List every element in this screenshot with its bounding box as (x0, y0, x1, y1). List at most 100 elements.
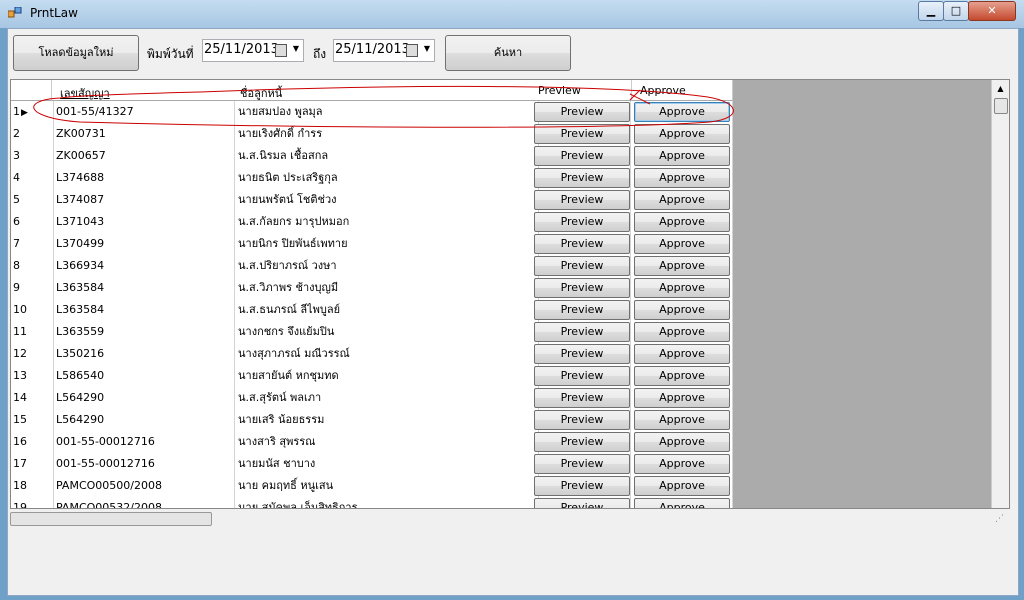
approve-button[interactable]: Approve (634, 102, 730, 122)
table-row[interactable]: 4 L374688 นายธนิต ประเสริฐกุล Preview Approv… (11, 167, 733, 190)
dropdown-arrow-icon[interactable]: ▼ (293, 44, 299, 53)
preview-button[interactable]: Preview (534, 476, 630, 496)
preview-button[interactable]: Preview (534, 454, 630, 474)
table-row[interactable]: 5 L374087 นายนพรัตน์ โชติช่วง Preview Approv… (11, 189, 733, 212)
approve-button[interactable]: Approve (634, 234, 730, 254)
contract-cell[interactable]: L374688 (52, 167, 235, 189)
debtor-name-cell[interactable]: นายเริงศักดิ์ กำรร (234, 123, 539, 145)
table-row[interactable]: 11 L363559 นางกชกร จึงแย้มปิน Preview Approv… (11, 321, 733, 344)
debtor-name-cell[interactable]: น.ส.กัลยกร มารุปหมอก (234, 211, 539, 233)
contract-cell[interactable]: 001-55-00012716 (52, 431, 235, 453)
row-header[interactable]: 13 (11, 365, 54, 387)
table-row[interactable]: 3 ZK00657 น.ส.นิรมล เชื้อสกล Preview Approve (11, 145, 733, 168)
row-header[interactable]: 8 (11, 255, 54, 277)
debtor-name-cell[interactable]: นายมนัส ชาบาง (234, 453, 539, 475)
horizontal-scrollbar[interactable]: ⋰ (10, 510, 1008, 526)
preview-button[interactable]: Preview (534, 234, 630, 254)
search-button[interactable]: ค้นหา (445, 35, 571, 71)
table-row[interactable]: 6 L371043 น.ส.กัลยกร มารุปหมอก Preview Appro… (11, 211, 733, 234)
row-header[interactable]: 12 (11, 343, 54, 365)
row-header[interactable]: 1▶ (11, 101, 54, 123)
column-header-approve[interactable]: Approve (632, 80, 733, 101)
approve-button[interactable]: Approve (634, 300, 730, 320)
contract-cell[interactable]: L363559 (52, 321, 235, 343)
approve-button[interactable]: Approve (634, 454, 730, 474)
approve-button[interactable]: Approve (634, 498, 730, 508)
row-header[interactable]: 14 (11, 387, 54, 409)
preview-button[interactable]: Preview (534, 322, 630, 342)
scroll-thumb[interactable] (10, 512, 212, 526)
table-row[interactable]: 12 L350216 นางสุภาภรณ์ มณีวรรณ์ Preview Appr… (11, 343, 733, 366)
preview-button[interactable]: Preview (534, 344, 630, 364)
debtor-name-cell[interactable]: นายสายันต์ หกชุมทด (234, 365, 539, 387)
debtor-name-cell[interactable]: นางกชกร จึงแย้มปิน (234, 321, 539, 343)
table-row[interactable]: 2 ZK00731 นายเริงศักดิ์ กำรร Preview Approve (11, 123, 733, 146)
table-row[interactable]: 1▶ 001-55/41327 นายสมปอง พูลมุล Preview Appr… (11, 101, 733, 124)
row-header[interactable]: 18 (11, 475, 54, 497)
preview-button[interactable]: Preview (534, 388, 630, 408)
column-header-preview[interactable]: Preview (532, 80, 632, 101)
row-header[interactable]: 17 (11, 453, 54, 475)
approve-button[interactable]: Approve (634, 278, 730, 298)
approve-button[interactable]: Approve (634, 124, 730, 144)
preview-button[interactable]: Preview (534, 190, 630, 210)
maximize-icon[interactable]: □ (943, 1, 969, 21)
row-header[interactable]: 7 (11, 233, 54, 255)
contract-cell[interactable]: 001-55-00012716 (52, 453, 235, 475)
row-header[interactable]: 11 (11, 321, 54, 343)
debtor-name-cell[interactable]: น.ส.วิภาพร ช้างบุญมี (234, 277, 539, 299)
approve-button[interactable]: Approve (634, 256, 730, 276)
debtor-name-cell[interactable]: นาย สมัคพล เอ็มสิทธิการ (234, 497, 539, 508)
row-header[interactable]: 9 (11, 277, 54, 299)
from-date-picker[interactable]: 25/11/2013 ▼ (202, 39, 304, 62)
debtor-name-cell[interactable]: น.ส.สุรัตน์ พลเภา (234, 387, 539, 409)
debtor-name-cell[interactable]: นายนิกร ปิยพันธ์เพทาย (234, 233, 539, 255)
scroll-up-icon[interactable]: ▲ (992, 80, 1009, 97)
column-header-debtor[interactable]: ชื่อลูกหนี้ (234, 80, 533, 101)
contract-cell[interactable]: PAMCO00500/2008 (52, 475, 235, 497)
preview-button[interactable]: Preview (534, 256, 630, 276)
table-row[interactable]: 14 L564290 น.ส.สุรัตน์ พลเภา Preview Approve (11, 387, 733, 410)
preview-button[interactable]: Preview (534, 410, 630, 430)
reload-data-button[interactable]: โหลดข้อมูลใหม่ (13, 35, 139, 71)
approve-button[interactable]: Approve (634, 388, 730, 408)
calendar-icon[interactable] (275, 44, 287, 57)
row-header[interactable]: 6 (11, 211, 54, 233)
calendar-icon[interactable] (406, 44, 418, 57)
contract-cell[interactable]: ZK00657 (52, 145, 235, 167)
contract-cell[interactable]: ZK00731 (52, 123, 235, 145)
close-icon[interactable]: ✕ (968, 1, 1016, 21)
table-row[interactable]: 10 L363584 น.ส.ธนภรณ์ ลีไพบูลย์ Preview Appr… (11, 299, 733, 322)
preview-button[interactable]: Preview (534, 102, 630, 122)
approve-button[interactable]: Approve (634, 168, 730, 188)
preview-button[interactable]: Preview (534, 498, 630, 508)
table-row[interactable]: 13 L586540 นายสายันต์ หกชุมทด Preview Approv… (11, 365, 733, 388)
contract-cell[interactable]: L371043 (52, 211, 235, 233)
table-row[interactable]: 7 L370499 นายนิกร ปิยพันธ์เพทาย Preview Appr… (11, 233, 733, 256)
table-row[interactable]: 16 001-55-00012716 นางสาริ สุพรรณ Preview Ap… (11, 431, 733, 454)
contract-cell[interactable]: L564290 (52, 387, 235, 409)
row-header[interactable]: 15 (11, 409, 54, 431)
row-header[interactable]: 10 (11, 299, 54, 321)
row-header[interactable]: 5 (11, 189, 54, 211)
preview-button[interactable]: Preview (534, 366, 630, 386)
row-header[interactable]: 3 (11, 145, 54, 167)
table-row[interactable]: 9 L363584 น.ส.วิภาพร ช้างบุญมี Preview Appro… (11, 277, 733, 300)
dropdown-arrow-icon[interactable]: ▼ (424, 44, 430, 53)
approve-button[interactable]: Approve (634, 190, 730, 210)
preview-button[interactable]: Preview (534, 124, 630, 144)
approve-button[interactable]: Approve (634, 212, 730, 232)
contract-cell[interactable]: PAMCO00532/2008 (52, 497, 235, 508)
preview-button[interactable]: Preview (534, 432, 630, 452)
approve-button[interactable]: Approve (634, 146, 730, 166)
preview-button[interactable]: Preview (534, 300, 630, 320)
approve-button[interactable]: Approve (634, 410, 730, 430)
table-row[interactable]: 17 001-55-00012716 นายมนัส ชาบาง Preview App… (11, 453, 733, 476)
contract-cell[interactable]: 001-55/41327 (52, 101, 235, 123)
preview-button[interactable]: Preview (534, 168, 630, 188)
to-date-picker[interactable]: 25/11/2013 ▼ (333, 39, 435, 62)
contract-cell[interactable]: L564290 (52, 409, 235, 431)
column-header-contract[interactable]: เลขสัญญา (52, 80, 235, 101)
row-header[interactable]: 19 (11, 497, 54, 508)
preview-button[interactable]: Preview (534, 146, 630, 166)
